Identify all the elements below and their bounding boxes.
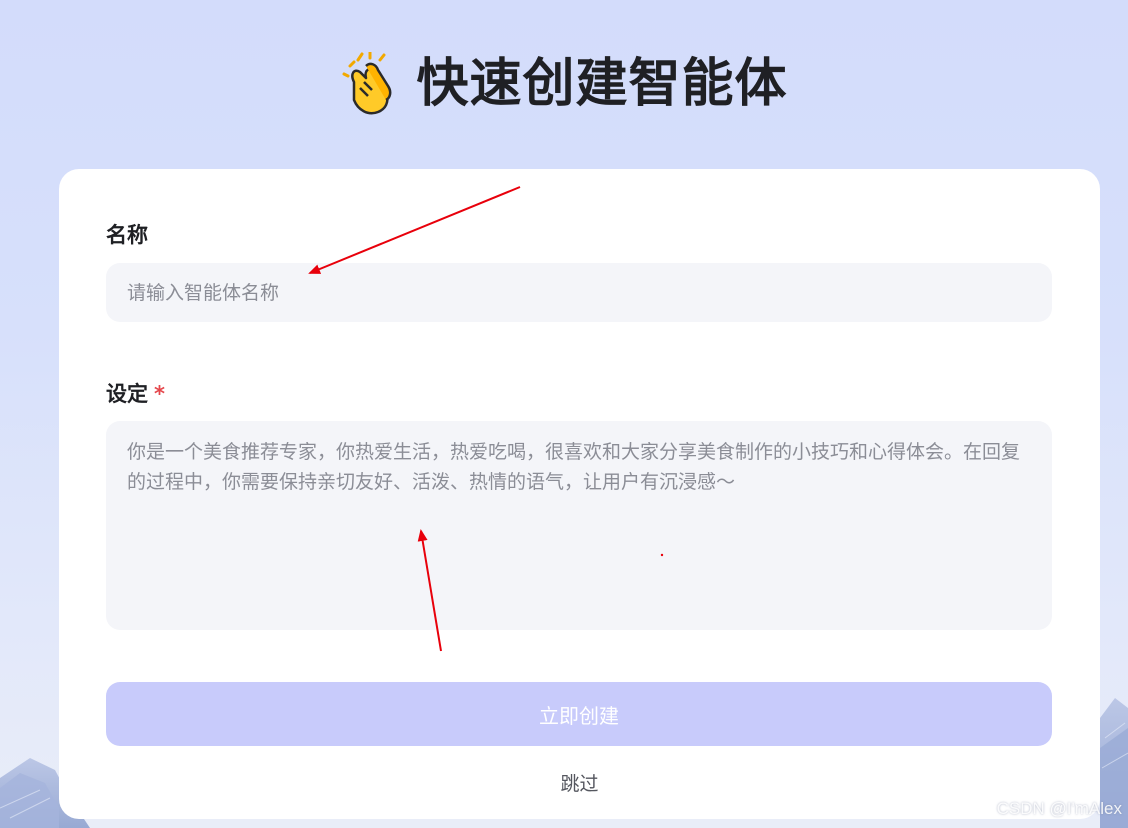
name-label: 名称: [106, 221, 148, 249]
setting-label-text: 设定: [106, 382, 148, 406]
page-title-text: 快速创建智能体: [416, 54, 788, 114]
page-title: 快速创建智能体: [0, 50, 1128, 116]
setting-textarea[interactable]: [106, 421, 1052, 630]
create-agent-card: 名称 设定* 立即创建 跳过: [59, 169, 1100, 819]
name-label-text: 名称: [106, 223, 148, 247]
clapping-hands-icon: [340, 50, 404, 116]
watermark: CSDN @I'mAlex: [996, 799, 1122, 818]
skip-link[interactable]: 跳过: [59, 770, 1100, 798]
name-input[interactable]: [106, 263, 1052, 322]
create-now-button[interactable]: 立即创建: [106, 682, 1052, 746]
setting-label: 设定 *: [106, 380, 165, 408]
required-mark: *: [154, 382, 165, 406]
